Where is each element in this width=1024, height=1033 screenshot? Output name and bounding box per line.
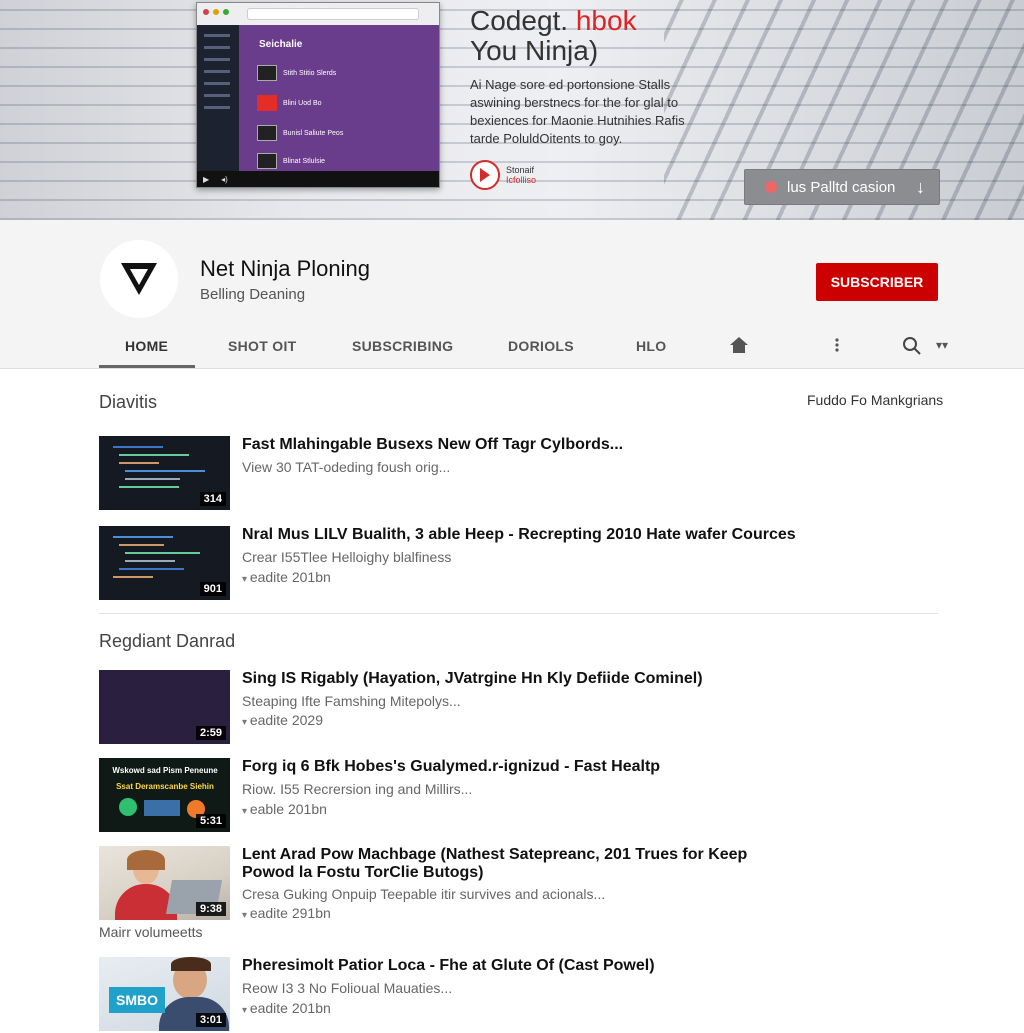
mock-row: Blini Uod Bo: [257, 95, 322, 111]
thumbnail-badge: SMBO: [109, 987, 165, 1013]
video-thumbnail[interactable]: 901: [99, 526, 230, 600]
hair-shape: [171, 957, 211, 971]
mock-title: Seichalie: [259, 39, 303, 50]
window-controls-icon: [203, 9, 229, 15]
section-title: Diavitis: [99, 392, 158, 412]
chevron-down-icon[interactable]: ▾▾: [936, 338, 948, 352]
video-title[interactable]: Forg iq 6 Bfk Hobes's Gualymed.r-ignizud…: [242, 758, 802, 776]
thumbnail-caption: Mairr volumeetts: [99, 924, 203, 940]
ninja-logo-icon: [121, 263, 157, 295]
tab-home[interactable]: HOME: [125, 338, 168, 354]
video-thumbnail[interactable]: Wskowd sad Pism Peneune Ssat Deramscanbe…: [99, 758, 230, 832]
tab-shot-oit[interactable]: SHOT OIT: [228, 338, 297, 354]
link-icon: [765, 181, 777, 193]
channel-name: Net Ninja Ploning: [200, 256, 370, 281]
arrow-down-icon: ↓: [916, 176, 925, 197]
video-title[interactable]: Nral Mus LILV Bualith, 3 able Heep - Rec…: [242, 526, 902, 544]
video-date: eadite 201bn: [242, 1000, 331, 1016]
subscribe-button[interactable]: SUBSCRIBER: [816, 263, 938, 301]
active-tab-indicator: [99, 365, 195, 368]
video-meta: Reow I3 3 No Folioual Mauaties...: [242, 980, 453, 996]
mock-sidebar: [197, 25, 239, 171]
video-date: eadite 2029: [242, 712, 323, 728]
sort-menu[interactable]: Fuddo Fo Mankgrians: [807, 392, 943, 408]
video-item[interactable]: 9:38 Lent Arad Pow Machbage (Nathest Sat…: [99, 846, 959, 926]
mock-player-controls: ▶ ◂): [197, 171, 439, 187]
banner-description: Ai Nage sore ed portonsione Stalls aswin…: [470, 77, 685, 146]
mock-row: Blinat Stlulsie: [257, 153, 325, 169]
screen-icon: [144, 800, 180, 816]
video-meta: Riow. I55 Recrersion ing and Millirs...: [242, 781, 473, 797]
mock-row: Bunisl Saliute Peos: [257, 125, 343, 141]
channel-header: Net Ninja Ploning Belling Deaning SUBSCR…: [0, 220, 1024, 369]
video-meta: Steaping Ifte Famshing Mitepolys...: [242, 693, 461, 709]
hair-shape: [127, 850, 165, 870]
play-logo-icon: [470, 160, 500, 190]
video-item[interactable]: 901 Nral Mus LILV Bualith, 3 able Heep -…: [99, 526, 959, 602]
channel-subtitle: Belling Deaning: [200, 286, 306, 303]
video-thumbnail[interactable]: SMBO 3:01: [99, 957, 230, 1031]
volume-icon: ◂): [221, 174, 228, 184]
mock-main-panel: Seichalie Stith Stitio Slerds Blini Uod …: [239, 25, 439, 171]
video-date: eable 201bn: [242, 801, 327, 817]
video-item[interactable]: SMBO 3:01 Pheresimolt Patior Loca - Fhe …: [99, 957, 959, 1033]
banner-logo: Stonaif Icfolliso: [470, 160, 536, 190]
tab-subscribing[interactable]: SUBSCRIBING: [352, 338, 453, 354]
home-icon[interactable]: [729, 336, 749, 354]
video-meta: Crear I55Tlee Helloighy blalfiness: [242, 549, 452, 565]
video-item[interactable]: Wskowd sad Pism Peneune Ssat Deramscanbe…: [99, 758, 959, 834]
section-divider: [99, 613, 938, 614]
video-item[interactable]: 314 Fast Mlahingable Busexs New Off Tagr…: [99, 436, 959, 512]
video-duration: 2:59: [195, 726, 226, 740]
video-thumbnail[interactable]: 9:38: [99, 846, 230, 920]
green-circle-icon: [119, 798, 137, 816]
video-meta: View 30 TAT-odeding foush orig...: [242, 459, 451, 475]
section-title: Regdiant Danrad: [99, 631, 236, 651]
video-item[interactable]: 2:59 Sing IS Rigably (Hayation, JVatrgin…: [99, 670, 959, 746]
video-date: eadite 291bn: [242, 905, 331, 921]
video-title[interactable]: Sing IS Rigably (Hayation, JVatrgine Hn …: [242, 670, 802, 688]
video-duration: 5:31: [195, 814, 226, 828]
banner-screenshot-mockup: Seichalie Stith Stitio Slerds Blini Uod …: [196, 2, 440, 188]
video-meta: Cresa Guking Onpuip Teepable itir surviv…: [242, 886, 606, 902]
channel-tabs: HOME SHOT OIT SUBSCRIBING DORIOLS HLO ▾▾: [0, 328, 1024, 368]
video-date: eadite 201bn: [242, 569, 331, 585]
mock-address-bar: [247, 8, 419, 20]
video-duration: 3:01: [195, 1013, 226, 1027]
video-thumbnail[interactable]: 2:59: [99, 670, 230, 744]
channel-banner: Seichalie Stith Stitio Slerds Blini Uod …: [0, 0, 1024, 220]
tab-doriols[interactable]: DORIOLS: [508, 338, 574, 354]
video-title[interactable]: Lent Arad Pow Machbage (Nathest Sateprea…: [242, 846, 782, 882]
youtube-play-icon: [257, 95, 277, 111]
more-vertical-icon[interactable]: [832, 336, 842, 354]
tab-hlo[interactable]: HLO: [636, 338, 666, 354]
video-duration: 314: [199, 492, 226, 506]
video-duration: 901: [199, 582, 226, 596]
search-icon[interactable]: [902, 336, 922, 356]
banner-title: Codegt. hbok You Ninja): [470, 5, 637, 66]
video-duration: 9:38: [195, 902, 226, 916]
banner-link-button[interactable]: lus Palltd casion ↓: [744, 169, 940, 205]
video-thumbnail[interactable]: 314: [99, 436, 230, 510]
mock-row: Stith Stitio Slerds: [257, 65, 336, 81]
channel-avatar[interactable]: [100, 240, 178, 318]
video-title[interactable]: Fast Mlahingable Busexs New Off Tagr Cyl…: [242, 436, 802, 454]
video-title[interactable]: Pheresimolt Patior Loca - Fhe at Glute O…: [242, 957, 802, 975]
play-icon: ▶: [203, 174, 210, 184]
